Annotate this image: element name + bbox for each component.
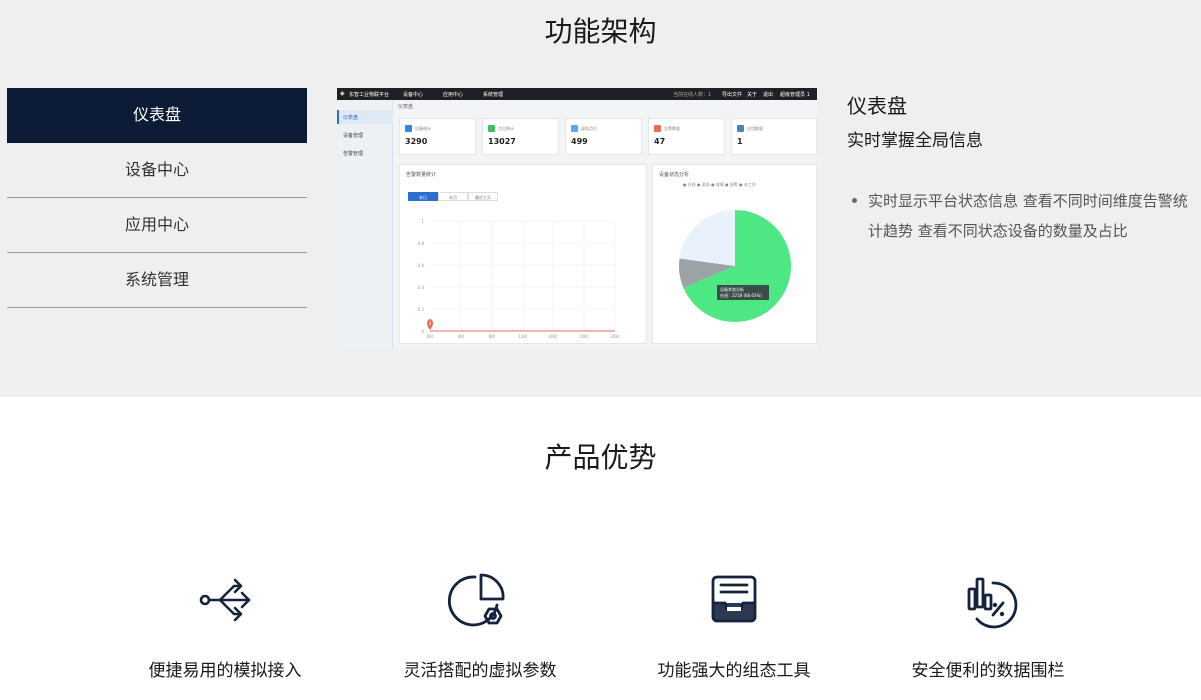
x-tick: 0时 [427, 333, 434, 339]
architecture-section: 功能架构 仪表盘 设备中心 应用中心 系统管理 ◈ 东智工业物联平台 设备中心 … [0, 0, 1201, 397]
app-icon [737, 125, 744, 132]
feature-tab-list: 仪表盘 设备中心 应用中心 系统管理 [7, 88, 307, 308]
feature-bullet-text: 实时显示平台状态信息 查看不同时间维度告警统计趋势 查看不同状态设备的数量及占比 [868, 192, 1188, 240]
y-tick: 0.6 [418, 263, 425, 268]
dashboard-screenshot: ◈ 东智工业物联平台 设备中心 应用中心 系统管理 当前在线人数：1 导出文件 … [337, 88, 817, 349]
status-chart-panel: 设备状态分析 ● 在线 ● 离线 ● 故障 ● 报警 ● 未工作 设备状态分析 … [652, 164, 817, 344]
virtual-point-icon [571, 125, 578, 132]
feature-bullet: 实时显示平台状态信息 查看不同时间维度告警统计趋势 查看不同状态设备的数量及占比 [850, 186, 1195, 246]
advantage-item: 功能强大的组态工具 [624, 565, 844, 681]
tab-device-center[interactable]: 设备中心 [7, 143, 307, 198]
stat-card: 点位统计 13027 [482, 118, 559, 155]
section-title: 功能架构 [544, 15, 657, 48]
advantage-item: 便捷易用的模拟接入 [115, 565, 335, 681]
pie-slice [679, 210, 735, 266]
tab-dashboard[interactable]: 仪表盘 [7, 88, 307, 143]
screenshot-nav-item: 系统管理 [483, 92, 504, 98]
alarm-icon [654, 125, 661, 132]
share-arrows-icon [199, 578, 251, 622]
screenshot-sidebar: 仪表盘 设备管理 告警管理 [337, 100, 393, 349]
marker-label: 0 [429, 321, 432, 326]
alarm-chart-panel: 告警数量统计 本日 本月 最近七天 1 0.8 0.6 0.4 0.2 0 0时… [399, 164, 647, 344]
stat-card-value: 499 [571, 137, 588, 146]
screenshot-sidebar-item: 告警管理 [343, 151, 364, 157]
bullet-dot-icon [852, 198, 857, 203]
screenshot-user: 超级管理员 1 [780, 92, 810, 98]
advantage-item: 灵活搭配的虚拟参数 [370, 565, 590, 681]
point-icon [488, 125, 495, 132]
screenshot-sidebar-item: 仪表盘 [343, 115, 359, 121]
screenshot-about: 关于 [747, 92, 758, 98]
status-pie-chart: 设备状态分析 在线：2258 (68.63%) [679, 210, 791, 322]
y-tick: 0.4 [418, 285, 425, 290]
feature-title: 仪表盘 [847, 94, 907, 118]
stat-card-value: 1 [737, 137, 743, 146]
y-tick: 0 [421, 329, 424, 334]
logo-icon: ◈ [340, 90, 345, 97]
screenshot-logout: 退出 [763, 92, 774, 98]
section-title: 产品优势 [544, 441, 657, 474]
stat-card: 虚拟点位 499 [565, 118, 642, 155]
alarm-line-chart: 1 0.8 0.6 0.4 0.2 0 0时 4时 8时 12时 16时 20时… [418, 219, 620, 339]
stat-card-label: 设备统计 [415, 126, 431, 131]
stat-card-label: 虚拟点位 [581, 126, 597, 131]
pie-gear-icon [447, 573, 505, 627]
screenshot-topbar: ◈ 东智工业物联平台 设备中心 应用中心 系统管理 当前在线人数：1 导出文件 … [337, 88, 817, 100]
y-tick: 1 [421, 219, 424, 224]
screenshot-nav-item: 应用中心 [443, 92, 464, 98]
x-tick: 20时 [579, 333, 588, 339]
x-tick: 8时 [489, 333, 496, 339]
pie-tooltip-value: 在线：2258 (68.63%) [720, 292, 762, 298]
chart-percent-icon [967, 577, 1018, 629]
inbox-tray-icon [711, 575, 757, 623]
stat-card-label: 告警数量 [664, 126, 680, 131]
device-icon [405, 125, 412, 132]
screenshot-nav-item: 设备中心 [403, 92, 424, 98]
screenshot-app-name: 东智工业物联平台 [349, 92, 390, 98]
stat-card: 告警数量 47 [648, 118, 725, 155]
pie-tooltip-title: 设备状态分析 [720, 286, 744, 292]
screenshot-export: 导出文件 [722, 92, 743, 98]
tab-system-management[interactable]: 系统管理 [7, 253, 307, 308]
stat-card-label: 应用数量 [747, 126, 763, 131]
stat-card: 应用数量 1 [731, 118, 817, 155]
screenshot-online-count: 当前在线人数：1 [673, 92, 712, 98]
advantage-label: 便捷易用的模拟接入 [148, 661, 302, 681]
advantage-item: 安全便利的数据围栏 [878, 565, 1098, 681]
x-tick: 24时 [610, 333, 619, 339]
advantage-label: 安全便利的数据围栏 [911, 661, 1065, 681]
advantage-label: 灵活搭配的虚拟参数 [403, 661, 557, 681]
tab-app-center[interactable]: 应用中心 [7, 198, 307, 253]
x-tick: 12时 [518, 333, 527, 339]
stat-card-label: 点位统计 [498, 126, 514, 131]
stat-card: 设备统计 3290 [399, 118, 476, 155]
screenshot-breadcrumb: 仪表盘 [398, 104, 414, 110]
feature-subtitle: 实时掌握全局信息 [847, 131, 983, 151]
screenshot-sidebar-item: 设备管理 [343, 133, 364, 139]
x-tick: 16时 [548, 333, 557, 339]
stat-card-value: 3290 [405, 137, 428, 146]
stat-card-value: 13027 [488, 137, 516, 146]
y-tick: 0.8 [418, 241, 425, 246]
advantage-label: 功能强大的组态工具 [657, 661, 811, 681]
x-tick: 4时 [458, 333, 465, 339]
y-tick: 0.2 [418, 307, 425, 312]
stat-card-value: 47 [654, 137, 666, 146]
feature-bullet-list: 实时显示平台状态信息 查看不同时间维度告警统计趋势 查看不同状态设备的数量及占比 [850, 186, 1195, 246]
